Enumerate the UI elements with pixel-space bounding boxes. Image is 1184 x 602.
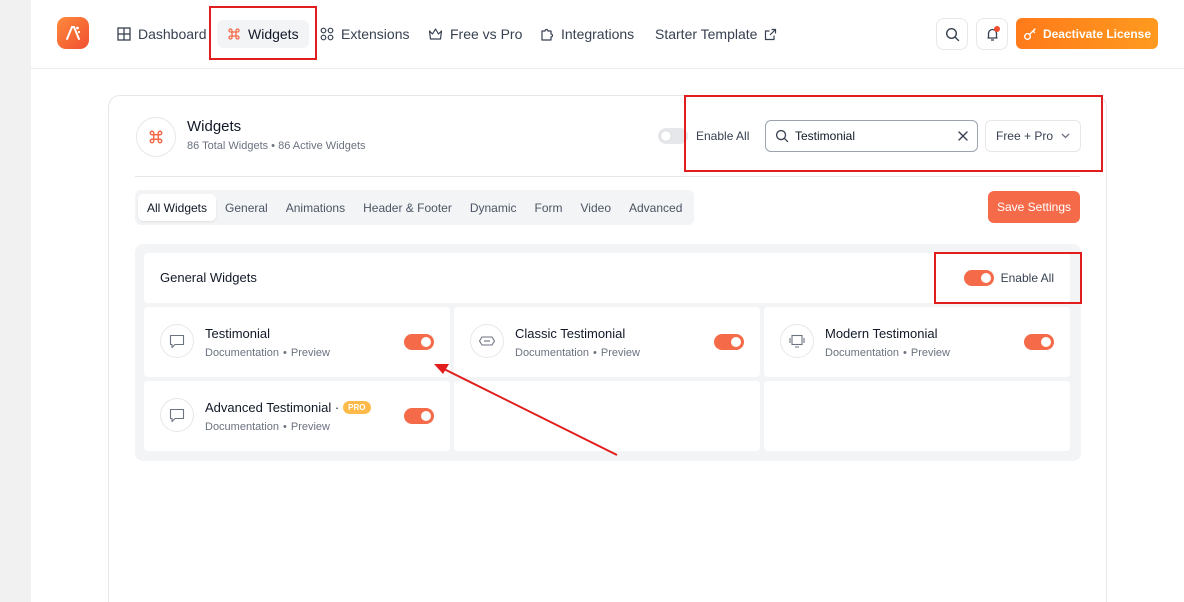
tab-video[interactable]: Video	[572, 194, 620, 221]
category-tabs: All Widgets General Animations Header & …	[135, 190, 695, 225]
search-icon	[945, 27, 959, 41]
search-icon	[775, 129, 789, 143]
tab-advanced[interactable]: Advanced	[620, 194, 691, 221]
link-separator: •	[903, 347, 907, 359]
enable-all-global-label: Enable All	[696, 129, 750, 143]
widget-name: Classic Testimonial	[515, 326, 626, 341]
tab-all-widgets[interactable]: All Widgets	[138, 194, 217, 221]
page: Dashboard Widgets Extensions Free vs Pro…	[31, 0, 1184, 602]
widget-card-modern-testimonial: Modern Testimonial Documentation • Previ…	[764, 307, 1070, 377]
link-separator: •	[283, 347, 287, 359]
section-header: General Widgets Enable All	[144, 253, 1070, 303]
header-divider	[135, 176, 1080, 177]
empty-cell	[454, 381, 760, 451]
plan-filter-select[interactable]: Free + Pro	[985, 120, 1081, 152]
link-separator: •	[593, 347, 597, 359]
preview-link[interactable]: Preview	[291, 347, 330, 359]
widget-name: Advanced Testimonial · PRO	[205, 400, 371, 415]
tab-animations[interactable]: Animations	[277, 194, 354, 221]
widgets-card: Widgets 86 Total Widgets • 86 Active Wid…	[108, 95, 1107, 602]
widget-links: Documentation • Preview	[825, 347, 950, 359]
enable-all-section-label: Enable All	[1000, 271, 1054, 285]
widgets-header-icon	[136, 117, 176, 157]
empty-cell	[764, 381, 1070, 451]
widget-links: Documentation • Preview	[515, 347, 640, 359]
nav-widgets[interactable]: Widgets	[217, 20, 309, 48]
nav-extensions[interactable]: Extensions	[320, 22, 409, 46]
widget-links: Documentation • Preview	[205, 421, 330, 433]
chat-bubble-icon	[160, 324, 194, 358]
enable-all-global[interactable]: Enable All	[658, 128, 749, 144]
nav-free-vs-pro[interactable]: Free vs Pro	[428, 22, 522, 46]
documentation-link[interactable]: Documentation	[205, 347, 279, 359]
logo-icon	[66, 26, 81, 40]
app-logo[interactable]	[57, 17, 89, 49]
enable-all-section-toggle[interactable]	[963, 270, 994, 286]
clear-search-button[interactable]	[958, 131, 968, 141]
chevron-down-icon	[1061, 133, 1070, 139]
widget-name: Modern Testimonial	[825, 326, 938, 341]
search-button[interactable]	[936, 18, 968, 50]
deactivate-license-button[interactable]: Deactivate License	[1016, 18, 1158, 49]
save-settings-button[interactable]: Save Settings	[988, 191, 1080, 223]
documentation-link[interactable]: Documentation	[825, 347, 899, 359]
external-link-icon	[765, 28, 777, 40]
page-title: Widgets	[187, 118, 242, 135]
notifications-button[interactable]	[976, 18, 1008, 50]
tab-form[interactable]: Form	[526, 194, 572, 221]
chat-bubble-icon	[160, 398, 194, 432]
enable-all-global-toggle[interactable]	[658, 128, 688, 144]
widget-name: Testimonial	[205, 326, 271, 341]
close-icon	[958, 131, 968, 141]
crown-icon	[428, 28, 443, 40]
nav-integrations-label: Integrations	[561, 26, 635, 42]
nav-extensions-label: Extensions	[341, 26, 410, 42]
top-nav: Dashboard Widgets Extensions Free vs Pro…	[31, 0, 1184, 69]
search-input[interactable]	[795, 129, 945, 143]
grid-icon	[117, 27, 131, 41]
nav-widgets-label: Widgets	[248, 26, 299, 42]
section-title: General Widgets	[160, 270, 257, 285]
preview-link[interactable]: Preview	[291, 421, 330, 433]
preview-link[interactable]: Preview	[911, 347, 950, 359]
command-icon	[228, 28, 240, 40]
widget-card-advanced-testimonial: Advanced Testimonial · PRO Documentation…	[144, 381, 450, 451]
documentation-link[interactable]: Documentation	[205, 421, 279, 433]
extensions-icon	[320, 27, 334, 41]
widget-toggle-advanced-testimonial[interactable]	[404, 408, 434, 424]
command-icon	[149, 130, 163, 144]
nav-integrations[interactable]: Integrations	[540, 22, 634, 46]
enable-all-section[interactable]: Enable All	[963, 270, 1054, 286]
key-icon	[1023, 27, 1036, 40]
widget-card-classic-testimonial: Classic Testimonial Documentation • Prev…	[454, 307, 760, 377]
notification-dot	[994, 26, 1000, 32]
tab-header-footer[interactable]: Header & Footer	[354, 194, 461, 221]
tab-general[interactable]: General	[216, 194, 277, 221]
link-separator: •	[283, 421, 287, 433]
nav-starter-template-label: Starter Template	[655, 26, 758, 42]
widget-toggle-modern-testimonial[interactable]	[1024, 334, 1054, 350]
tab-dynamic[interactable]: Dynamic	[461, 194, 526, 221]
puzzle-icon	[541, 28, 554, 41]
pro-badge: PRO	[343, 401, 371, 414]
documentation-link[interactable]: Documentation	[515, 347, 589, 359]
nav-starter-template[interactable]: Starter Template	[655, 22, 777, 46]
widget-search[interactable]	[765, 120, 978, 152]
widget-links: Documentation • Preview	[205, 347, 330, 359]
deactivate-license-label: Deactivate License	[1042, 26, 1152, 41]
widgets-count: 86 Total Widgets • 86 Active Widgets	[187, 140, 366, 152]
widget-toggle-testimonial[interactable]	[404, 334, 434, 350]
plan-filter-label: Free + Pro	[995, 129, 1054, 143]
widget-toggle-classic-testimonial[interactable]	[714, 334, 744, 350]
nav-free-vs-pro-label: Free vs Pro	[450, 26, 523, 42]
nav-dashboard-label: Dashboard	[138, 26, 207, 42]
general-widgets-section: General Widgets Enable All Testimonial D…	[135, 244, 1081, 461]
widget-card-testimonial: Testimonial Documentation • Preview	[144, 307, 450, 377]
speech-bubble-quote-icon	[470, 324, 504, 358]
testimonial-slider-icon	[780, 324, 814, 358]
preview-link[interactable]: Preview	[601, 347, 640, 359]
nav-dashboard[interactable]: Dashboard	[117, 22, 207, 46]
